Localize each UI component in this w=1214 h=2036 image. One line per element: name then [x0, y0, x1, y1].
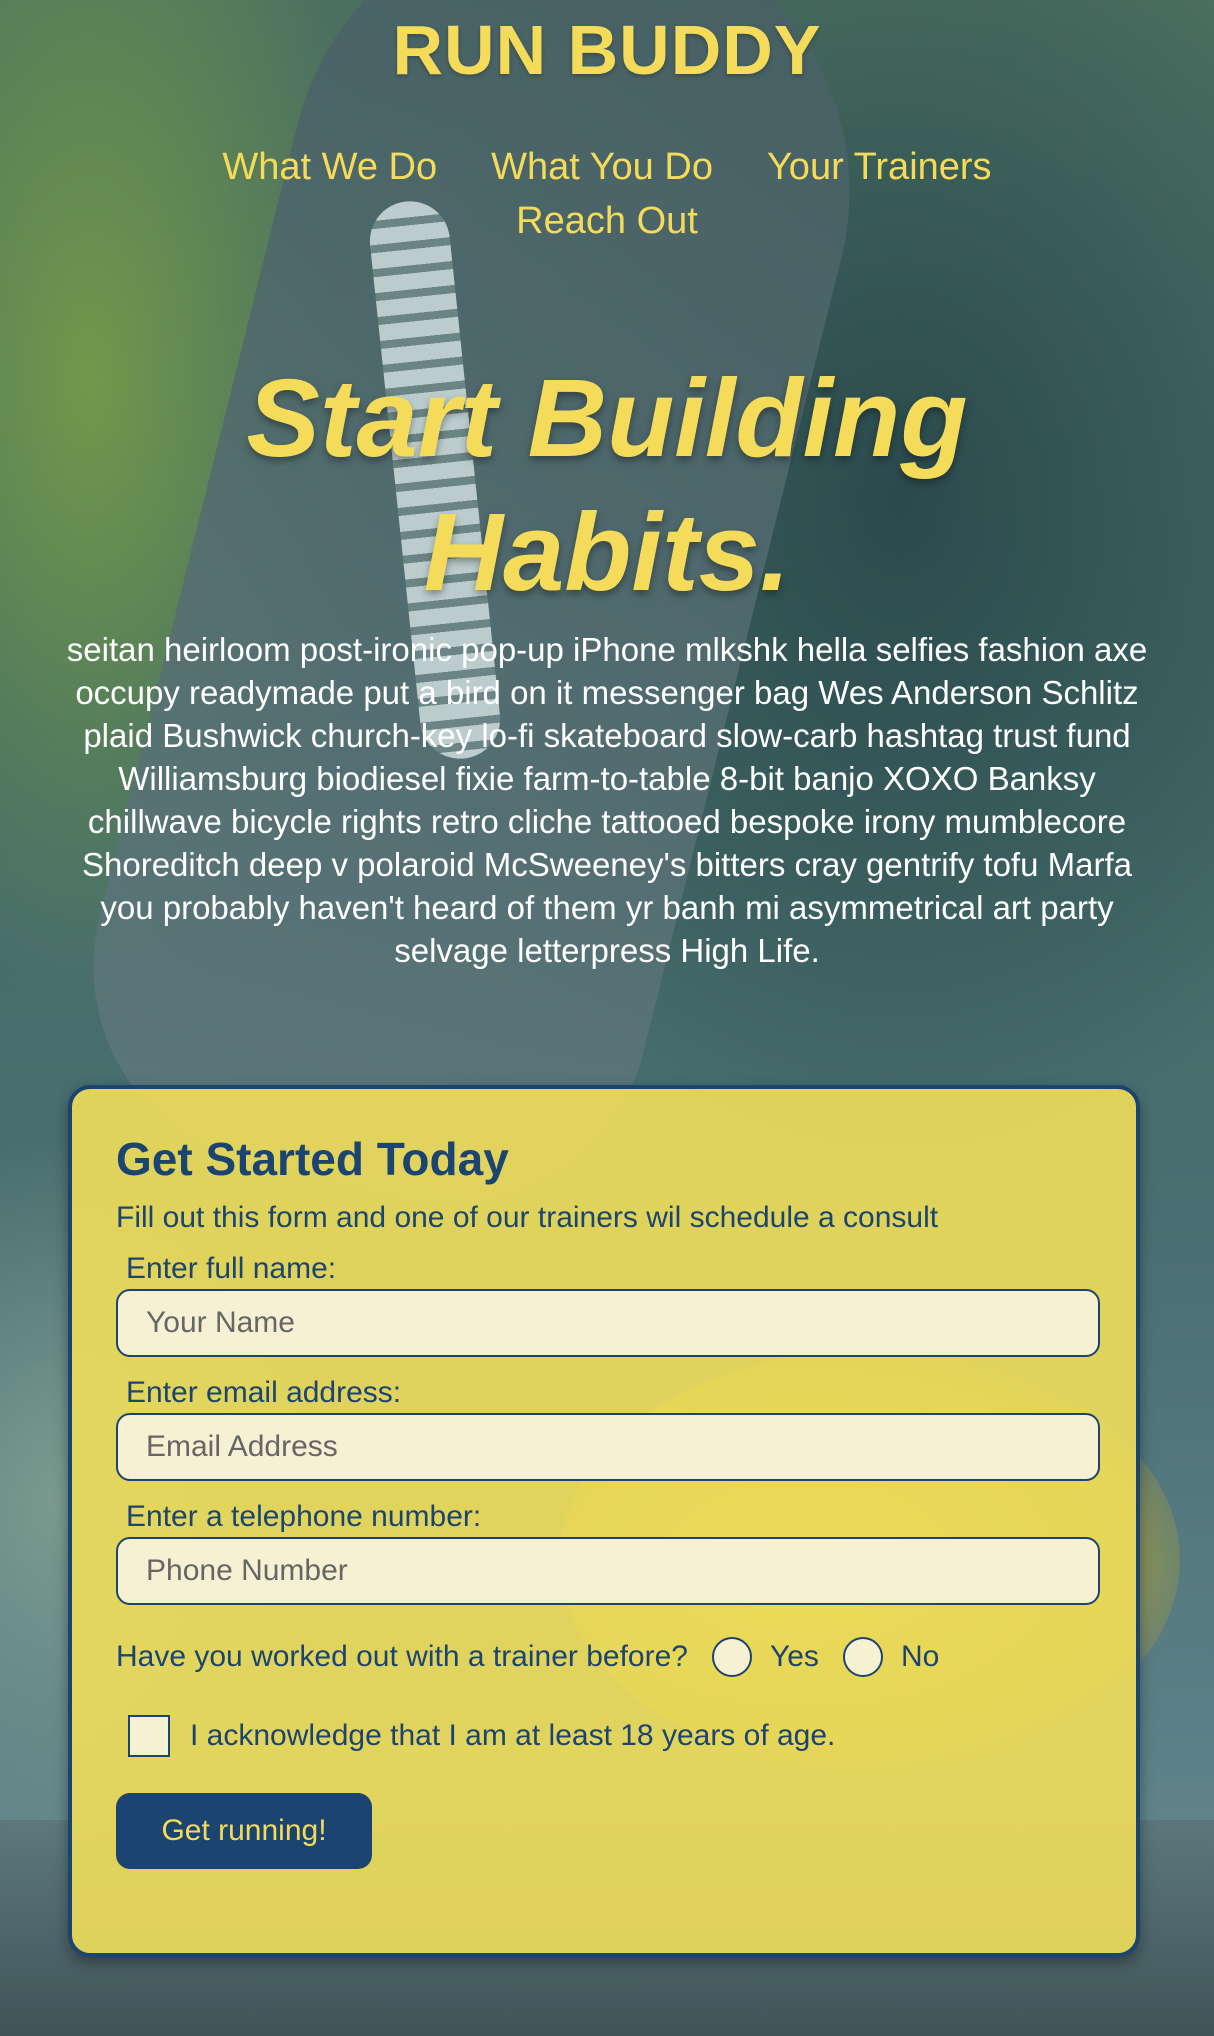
- age-acknowledge-row: I acknowledge that I am at least 18 year…: [116, 1715, 1092, 1757]
- nav-link-what-we-do[interactable]: What We Do: [222, 144, 437, 190]
- form-title: Get Started Today: [116, 1133, 509, 1185]
- trainer-no-radio[interactable]: [842, 1637, 883, 1677]
- nav-link-your-trainers[interactable]: Your Trainers: [767, 144, 992, 190]
- hero-title: Start Building Habits.: [246, 357, 968, 614]
- email-field-group: Enter email address:: [116, 1375, 1100, 1481]
- trainer-question-label: Have you worked out with a trainer befor…: [116, 1640, 688, 1673]
- form-subtitle: Fill out this form and one of our traine…: [116, 1201, 939, 1234]
- site-header: RUN BUDDY What We Do What You Do Your Trai…: [0, 0, 1214, 252]
- site-logo[interactable]: RUN BUDDY: [0, 8, 1214, 92]
- age-acknowledge-checkbox[interactable]: [128, 1715, 170, 1757]
- trainer-yes-radio[interactable]: [711, 1637, 752, 1677]
- page: RUN BUDDY What We Do What You Do Your Trai…: [0, 0, 1214, 2036]
- name-field-group: Enter full name:: [116, 1251, 1100, 1357]
- trainer-no-label[interactable]: No: [901, 1640, 939, 1674]
- trainer-question-row: Have you worked out with a trainer befor…: [116, 1637, 1092, 1677]
- main-nav: What We Do What You Do Your Trainers Reach…: [157, 144, 1057, 252]
- nav-link-what-you-do[interactable]: What You Do: [491, 144, 713, 190]
- hero-body-text: seitan heirloom post-ironic pop-up iPhon…: [66, 631, 1148, 969]
- phone-field-group: Enter a telephone number:: [116, 1499, 1100, 1605]
- email-label: Enter email address:: [126, 1376, 402, 1409]
- name-label: Enter full name:: [126, 1252, 337, 1285]
- hero-section: Start Building Habits. seitan heirloom p…: [0, 352, 1214, 972]
- age-acknowledge-label[interactable]: I acknowledge that I am at least 18 year…: [190, 1719, 835, 1753]
- phone-input[interactable]: [116, 1537, 1100, 1605]
- get-running-button[interactable]: Get running!: [116, 1793, 372, 1869]
- email-input[interactable]: [116, 1413, 1100, 1481]
- nav-link-reach-out[interactable]: Reach Out: [516, 198, 698, 244]
- phone-label: Enter a telephone number:: [126, 1500, 482, 1533]
- get-started-form: Get Started Today Fill out this form and…: [68, 1085, 1140, 1957]
- trainer-yes-label[interactable]: Yes: [770, 1640, 819, 1674]
- name-input[interactable]: [116, 1289, 1100, 1357]
